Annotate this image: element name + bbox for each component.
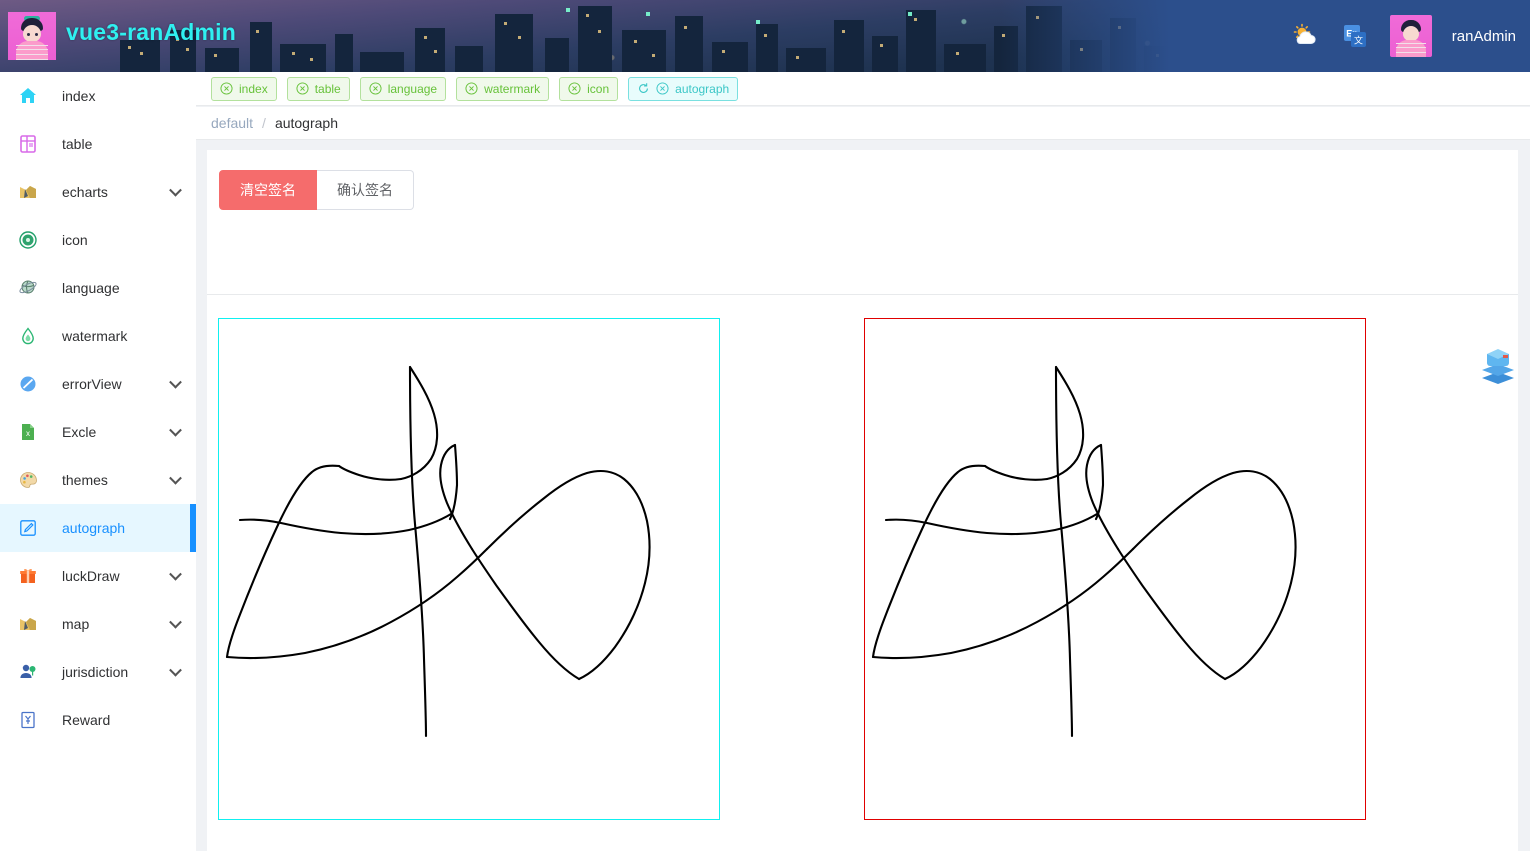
table-icon [16,132,40,156]
app-header: vue3-ranAdmin En [0,0,1530,72]
svg-text:文: 文 [1354,35,1363,46]
sidebar-item-label: map [62,616,90,632]
tag-bar: index table language watermark icon auto… [196,72,1530,106]
sidebar-item-map[interactable]: map [0,600,196,648]
sidebar-item-echarts[interactable]: echarts [0,168,196,216]
sidebar-item-errorview[interactable]: errorView [0,360,196,408]
tag-watermark[interactable]: watermark [456,76,550,101]
sidebar-item-label: luckDraw [62,568,120,584]
map-icon [16,612,40,636]
sidebar-item-label: language [62,280,120,296]
sidebar-item-label: table [62,136,93,152]
sidebar-item-label: jurisdiction [62,664,129,680]
sidebar-item-themes[interactable]: themes [0,456,196,504]
app-logo[interactable] [8,12,56,60]
chevron-down-icon [169,615,182,629]
palette-icon [16,468,40,492]
close-icon[interactable] [296,82,309,95]
sidebar-item-reward[interactable]: Reward [0,696,196,744]
close-icon[interactable] [369,82,382,95]
chart-icon [16,180,40,204]
refresh-icon[interactable] [637,82,650,95]
sidebar-item-label: themes [62,472,108,488]
weather-icon[interactable] [1290,21,1320,51]
sidebar-item-autograph[interactable]: autograph [0,504,196,552]
chevron-down-icon [169,567,182,581]
tag-label: icon [587,81,610,96]
sidebar-nav: index table echarts icon language waterm… [0,72,196,851]
username-label: ranAdmin [1451,27,1516,45]
prohibited-icon [16,372,40,396]
signature-preview-canvas[interactable] [864,318,1366,820]
tag-language[interactable]: language [359,76,447,101]
user-avatar[interactable] [1389,15,1432,57]
signature-strokes [225,365,651,738]
sidebar-item-excle[interactable]: x Excle [0,408,196,456]
sidebar-item-luckdraw[interactable]: luckDraw [0,552,196,600]
sidebar-item-label: icon [62,232,88,248]
sidebar-item-label: watermark [62,328,128,344]
sidebar-item-icon[interactable]: icon [0,216,196,264]
tag-icon[interactable]: icon [559,76,619,101]
tag-autograph[interactable]: autograph [628,76,739,101]
reward-icon [16,708,40,732]
translate-icon[interactable]: En 文 [1340,21,1370,51]
globe-icon [16,276,40,300]
tag-index[interactable]: index [211,76,277,101]
signature-toolbar: 清空签名 确认签名 [219,170,414,210]
breadcrumb-root[interactable]: default [211,115,253,131]
breadcrumb-separator: / [262,115,266,131]
chevron-down-icon [169,375,182,389]
chevron-down-icon [169,183,182,197]
sidebar-item-label: errorView [62,376,122,392]
record-icon [16,228,40,252]
tag-label: autograph [675,81,730,96]
sidebar-item-label: index [62,88,96,104]
svg-text:x: x [26,429,30,438]
confirm-signature-button[interactable]: 确认签名 [317,170,414,210]
clear-signature-button[interactable]: 清空签名 [219,170,317,210]
sidebar-item-label: Reward [62,712,111,728]
sidebar-item-language[interactable]: language [0,264,196,312]
sidebar-item-watermark[interactable]: watermark [0,312,196,360]
breadcrumb: default / autograph [196,107,1530,140]
tag-table[interactable]: table [286,76,350,101]
user-key-icon [16,660,40,684]
signature-canvas-area [207,318,1518,851]
close-icon[interactable] [568,82,581,95]
close-icon[interactable] [220,82,233,95]
pen-square-icon [16,516,40,540]
sidebar-item-label: echarts [62,184,108,200]
sidebar-item-index[interactable]: index [0,72,196,120]
app-root: vue3-ranAdmin En [0,0,1530,851]
layers-icon[interactable] [1476,344,1520,388]
header-actions: En 文 ranAdmin [1290,0,1516,72]
tag-label: index [239,81,268,96]
close-icon[interactable] [465,82,478,95]
droplet-icon [16,324,40,348]
sidebar-item-jurisdiction[interactable]: jurisdiction [0,648,196,696]
chevron-down-icon [169,663,182,677]
sidebar-item-label: Excle [62,424,97,440]
main-content: index table language watermark icon auto… [196,72,1530,851]
signature-draw-canvas[interactable] [218,318,720,820]
chevron-down-icon [169,471,182,485]
tag-label: table [314,81,341,96]
autograph-panel: 清空签名 确认签名 [207,150,1518,851]
close-icon[interactable] [656,82,669,95]
breadcrumb-current: autograph [274,115,338,131]
toolbar-divider [207,294,1518,295]
signature-strokes-preview [871,365,1297,738]
excel-file-icon: x [16,420,40,444]
chevron-down-icon [169,423,182,437]
sidebar-item-label: autograph [62,520,126,536]
tag-label: language [387,81,438,96]
sidebar-item-table[interactable]: table [0,120,196,168]
home-icon [16,84,40,108]
tag-label: watermark [484,81,541,96]
gift-icon [16,564,40,588]
app-brand-title: vue3-ranAdmin [66,19,237,45]
